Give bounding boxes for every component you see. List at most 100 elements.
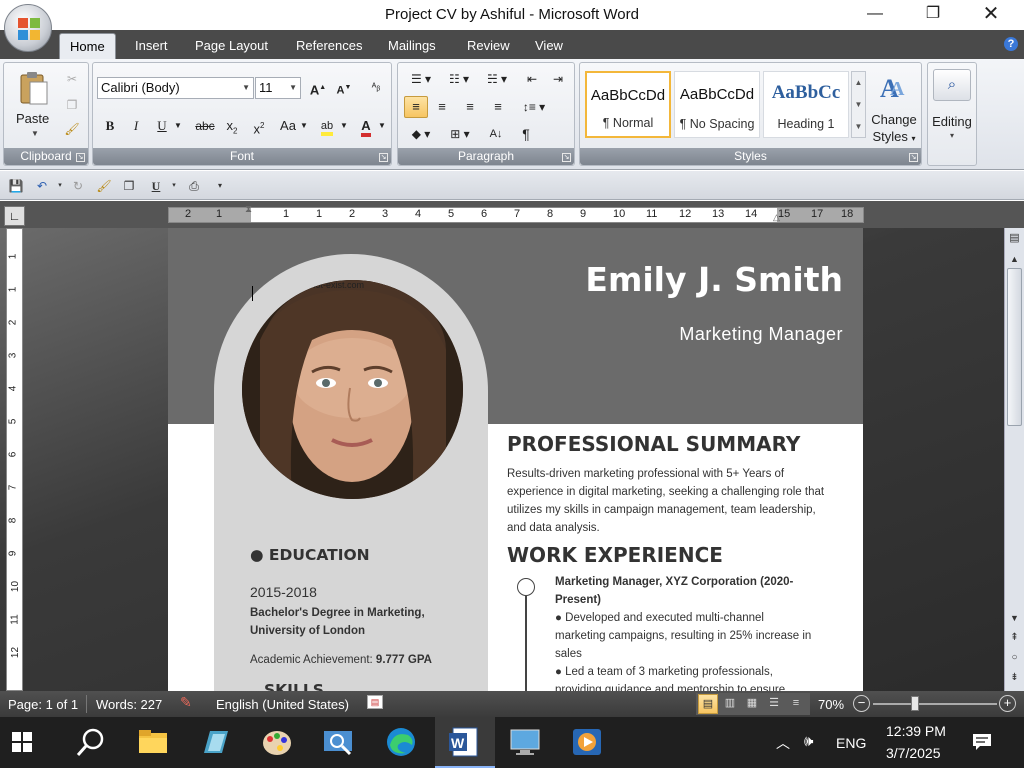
word-taskbar-button[interactable]: W xyxy=(435,717,495,768)
macro-recording-icon[interactable]: ▤ xyxy=(367,695,383,709)
copy-icon[interactable]: ❐ xyxy=(64,97,80,113)
strikethrough-icon[interactable]: abc xyxy=(193,115,217,137)
line-spacing-icon[interactable]: ↕≡ ▾ xyxy=(516,96,552,118)
media-player-icon[interactable] xyxy=(570,725,604,759)
undo-dropdown-icon[interactable]: ▾ xyxy=(52,178,68,194)
remote-desktop-icon[interactable] xyxy=(508,725,542,759)
tab-mailings[interactable]: Mailings xyxy=(388,38,436,53)
change-case-dropdown-icon[interactable]: ▼ xyxy=(299,115,309,137)
align-right-icon[interactable]: ≡ xyxy=(458,96,482,118)
zoom-in-button[interactable]: + xyxy=(999,695,1016,712)
subscript-icon[interactable]: x2 xyxy=(221,115,243,137)
underline-qat-icon[interactable]: U xyxy=(148,178,164,194)
clock-date[interactable]: 3/7/2025 xyxy=(886,745,941,761)
scrollbar-thumb[interactable] xyxy=(1007,268,1022,426)
zoom-slider-thumb[interactable] xyxy=(911,696,919,711)
right-indent-marker-icon[interactable]: △ xyxy=(773,212,780,223)
notifications-icon[interactable] xyxy=(972,733,992,751)
tab-selector[interactable]: ∟ xyxy=(4,206,25,226)
search-icon[interactable] xyxy=(74,725,108,759)
style-normal[interactable]: AaBbCcDd ¶ Normal xyxy=(585,71,671,138)
zoom-slider[interactable] xyxy=(873,703,997,705)
scroll-down-icon[interactable]: ▼ xyxy=(852,94,865,116)
font-size-combo[interactable]: 11 ▼ xyxy=(255,77,301,99)
tab-home[interactable]: Home xyxy=(59,33,116,60)
candidate-name[interactable]: Emily J. Smith xyxy=(585,260,843,299)
tab-references[interactable]: References xyxy=(296,38,362,53)
paste-icon[interactable] xyxy=(18,71,50,107)
bullets-icon[interactable]: ☰ ▾ xyxy=(404,68,438,90)
borders-icon[interactable]: ⊞ ▾ xyxy=(442,123,478,145)
zoom-out-button[interactable]: − xyxy=(853,695,870,712)
print-preview-icon[interactable]: ⎙ xyxy=(186,178,202,194)
show-formatting-marks-icon[interactable]: ¶ xyxy=(514,123,538,145)
shading-icon[interactable]: ◆ ▾ xyxy=(404,123,438,145)
clear-formatting-icon[interactable]: ᴬᵦ xyxy=(365,77,387,99)
change-case-icon[interactable]: Aa xyxy=(277,115,299,137)
magnifier-icon[interactable] xyxy=(322,725,356,759)
highlight-icon[interactable]: ab xyxy=(315,115,339,137)
save-icon[interactable]: 💾 xyxy=(8,178,24,194)
paragraph-launcher-icon[interactable]: ↘ xyxy=(562,153,571,162)
tab-page-layout[interactable]: Page Layout xyxy=(195,38,268,53)
tab-view[interactable]: View xyxy=(535,38,563,53)
minimize-button[interactable]: — xyxy=(852,0,898,30)
justify-icon[interactable]: ≡ xyxy=(486,96,510,118)
bold-icon[interactable]: B xyxy=(99,115,121,137)
change-styles-button[interactable]: Change Styles ▾ xyxy=(867,111,921,147)
italic-icon[interactable]: I xyxy=(125,115,147,137)
copy-qat-icon[interactable]: ❐ xyxy=(121,178,137,194)
summary-text[interactable]: Results-driven marketing professional wi… xyxy=(507,465,847,537)
ruler-toggle-icon[interactable]: ▤ xyxy=(1007,231,1022,246)
superscript-icon[interactable]: x2 xyxy=(248,115,270,137)
shrink-font-icon[interactable]: A▼ xyxy=(333,77,355,99)
edge-browser-icon[interactable] xyxy=(384,725,418,759)
job-title[interactable]: Marketing Manager, XYZ Corporation (2020… xyxy=(555,573,835,609)
scroll-up-arrow-icon[interactable]: ▲ xyxy=(1005,250,1024,268)
multilevel-list-icon[interactable]: ☵ ▾ xyxy=(480,68,514,90)
styles-scroll[interactable]: ▲ ▼ ▼ xyxy=(851,71,866,138)
indent-marker-icon[interactable]: ⧗ xyxy=(245,204,252,215)
underline-qat-dropdown-icon[interactable]: ▾ xyxy=(166,178,182,194)
summary-heading[interactable]: PROFESSIONAL SUMMARY xyxy=(507,432,800,456)
customize-qat-icon[interactable]: ▾ xyxy=(212,178,228,194)
office-button[interactable] xyxy=(4,4,52,52)
previous-page-icon[interactable]: ⇞ xyxy=(1005,629,1024,647)
academic-achievement[interactable]: Academic Achievement: 9.777 GPA xyxy=(250,651,432,669)
zoom-level[interactable]: 70% xyxy=(818,697,844,712)
sort-icon[interactable]: A↓ xyxy=(484,123,508,145)
job-bullets[interactable]: ● Developed and executed multi-channel m… xyxy=(555,609,835,691)
education-heading[interactable]: ● EDUCATION xyxy=(250,546,370,564)
full-screen-reading-icon[interactable]: ▥ xyxy=(720,694,740,714)
horizontal-ruler[interactable]: 2 1 1 1 2 3 4 5 6 7 8 9 10 11 12 13 14 15 17 18 ⧗ △ xyxy=(168,204,864,223)
styles-launcher-icon[interactable]: ↘ xyxy=(909,153,918,162)
education-degree[interactable]: Bachelor's Degree in Marketing, Universi… xyxy=(250,604,425,640)
draft-view-icon[interactable]: ≡ xyxy=(786,694,806,714)
vertical-scrollbar[interactable]: ▤ ▲ ▼ ⇞ ○ ⇟ xyxy=(1004,228,1024,691)
format-painter-icon[interactable]: 🖌 xyxy=(64,121,80,137)
decrease-indent-icon[interactable]: ⇤ xyxy=(520,68,544,90)
outline-view-icon[interactable]: ☰ xyxy=(764,694,784,714)
align-center-icon[interactable]: ≡ xyxy=(430,96,454,118)
windows-start-icon[interactable] xyxy=(12,732,32,752)
close-button[interactable]: ✕ xyxy=(968,0,1014,30)
help-icon[interactable]: ? xyxy=(1004,37,1018,51)
print-layout-view-icon[interactable]: ▤ xyxy=(698,694,718,714)
binoculars-icon[interactable]: ⌕ xyxy=(933,69,971,101)
editing-group[interactable]: ⌕ Editing ▾ xyxy=(927,62,977,166)
change-styles-icon[interactable]: A A xyxy=(877,71,909,103)
skills-heading[interactable]: SKILLS xyxy=(264,681,324,691)
select-browse-object-icon[interactable]: ○ xyxy=(1005,649,1024,667)
next-page-icon[interactable]: ⇟ xyxy=(1005,669,1024,687)
format-painter-qat-icon[interactable]: 🖌 xyxy=(96,178,112,194)
scroll-down-arrow-icon[interactable]: ▼ xyxy=(1005,609,1024,627)
grow-font-icon[interactable]: A▲ xyxy=(307,77,329,99)
highlight-dropdown-icon[interactable]: ▼ xyxy=(339,115,349,137)
notes-app-icon[interactable] xyxy=(198,725,232,759)
redo-icon[interactable]: ↻ xyxy=(70,178,86,194)
tab-insert[interactable]: Insert xyxy=(135,38,168,53)
tab-review[interactable]: Review xyxy=(467,38,510,53)
numbering-icon[interactable]: ☷ ▾ xyxy=(442,68,476,90)
candidate-role[interactable]: Marketing Manager xyxy=(679,324,843,345)
clipboard-launcher-icon[interactable]: ↘ xyxy=(76,153,85,162)
